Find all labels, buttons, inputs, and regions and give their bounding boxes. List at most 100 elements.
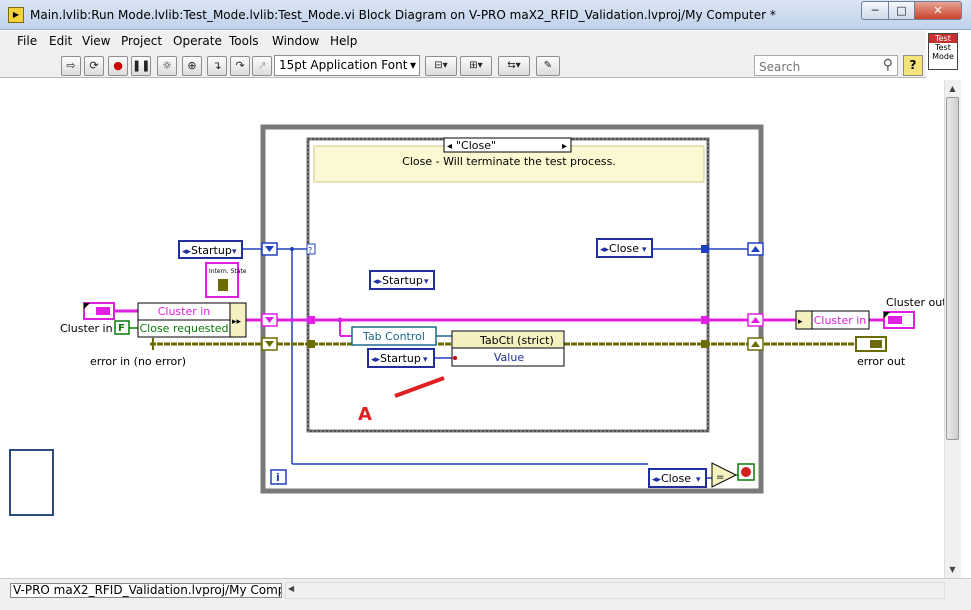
vertical-scroll-thumb[interactable] xyxy=(946,97,959,440)
enum-startup-value[interactable]: ◂▸ Startup ▾ xyxy=(367,348,435,368)
tabctl-property-node[interactable]: TabCtl (strict) Value xyxy=(451,330,565,367)
retain-wire-values-button[interactable]: ⊕ xyxy=(182,56,202,76)
step-over-button[interactable]: ↷ xyxy=(230,56,250,76)
svg-text:Value: Value xyxy=(494,351,524,364)
diagram-svg: Close - Will terminate the test process.… xyxy=(9,124,944,516)
align-objects-button[interactable]: ⊟▾ xyxy=(425,56,457,76)
svg-text:▾: ▾ xyxy=(423,355,428,365)
svg-text:Startup: Startup xyxy=(380,352,421,365)
reorder-button[interactable]: ⇆▾ xyxy=(498,56,530,76)
pause-icon: ❚❚ xyxy=(132,59,151,72)
run-button[interactable]: ⇨ xyxy=(61,56,81,76)
horizontal-scrollbar[interactable]: ◀ xyxy=(285,582,945,599)
window-title: Main.lvlib:Run Mode.lvlib:Test_Mode.lvli… xyxy=(30,8,776,22)
context-help-button[interactable]: ? xyxy=(903,55,923,76)
menu-window[interactable]: Window xyxy=(272,34,319,48)
error-in-label: error in (no error) xyxy=(90,355,186,368)
loop-iteration-terminal[interactable]: i xyxy=(270,469,287,485)
loop-stop-terminal[interactable] xyxy=(737,463,755,481)
minimize-button[interactable]: ─ xyxy=(861,1,889,20)
svg-text:▸: ▸ xyxy=(798,317,803,327)
svg-text:Intern. State: Intern. State xyxy=(209,268,247,275)
enum-startup-inner[interactable]: ◂▸ Startup ▾ xyxy=(369,270,435,290)
svg-text:TabCtl (strict): TabCtl (strict) xyxy=(479,334,554,347)
maximize-button[interactable]: □ xyxy=(888,1,915,20)
case-comment: Close - Will terminate the test process. xyxy=(402,155,616,168)
reorder-icon: ⇆▾ xyxy=(507,60,521,71)
svg-text:i: i xyxy=(276,471,280,484)
block-diagram-canvas[interactable]: Close - Will terminate the test process.… xyxy=(8,80,944,578)
search-icon: ⚲ xyxy=(882,57,893,73)
cleanup-diagram-button[interactable]: ✎ xyxy=(536,56,560,76)
svg-text:Cluster in: Cluster in xyxy=(158,305,211,318)
error-in-terminal[interactable] xyxy=(152,338,154,350)
unbundle-by-name[interactable]: ▸ Cluster in xyxy=(795,310,870,330)
false-constant[interactable]: F xyxy=(114,320,130,335)
close-button[interactable]: ✕ xyxy=(914,1,962,20)
distribute-objects-button[interactable]: ⊞▾ xyxy=(460,56,492,76)
step-into-button[interactable]: ↴ xyxy=(207,56,227,76)
step-over-icon: ↷ xyxy=(235,59,245,72)
vi-icon-line3: Mode xyxy=(932,52,954,61)
case-tunnel-error-out xyxy=(701,340,709,348)
cluster-in-terminal[interactable] xyxy=(83,302,115,320)
enum-close-inner[interactable]: ◂▸ Close ▾ xyxy=(596,238,653,258)
partial-structure xyxy=(9,449,54,516)
menu-file[interactable]: File xyxy=(17,34,37,48)
annotation-label: A xyxy=(358,404,372,425)
stop-icon: ● xyxy=(113,59,123,72)
svg-text:▾: ▾ xyxy=(642,245,647,255)
font-select[interactable]: 15pt Application Font ▾ xyxy=(274,55,420,76)
menu-view[interactable]: View xyxy=(82,34,110,48)
step-out-icon: ↗ xyxy=(257,59,267,72)
menu-tools[interactable]: Tools xyxy=(229,34,259,48)
case-tunnel-enum-out xyxy=(701,245,709,253)
menu-help[interactable]: Help xyxy=(330,34,357,48)
case-tunnel-error-in xyxy=(307,340,315,348)
svg-text:=: = xyxy=(716,472,724,483)
probe-icon: ⊕ xyxy=(187,59,197,72)
scroll-down-arrow[interactable]: ▼ xyxy=(944,561,961,578)
case-tunnel-cluster-out xyxy=(701,316,709,324)
bundle-by-name[interactable]: Cluster in Close requested ▸▸ xyxy=(137,302,247,338)
abort-button[interactable]: ● xyxy=(108,56,128,76)
highlight-execution-button[interactable]: ☼ xyxy=(157,56,177,76)
lightbulb-icon: ☼ xyxy=(162,59,172,72)
run-continuously-button[interactable]: ⟳ xyxy=(84,56,104,76)
distribute-icon: ⊞▾ xyxy=(469,60,483,71)
svg-text:Close requested: Close requested xyxy=(139,322,228,335)
vi-icon[interactable]: Test Test Mode xyxy=(928,33,958,70)
menu-project[interactable]: Project xyxy=(121,34,162,48)
align-icon: ⊟▾ xyxy=(434,60,448,71)
menu-edit[interactable]: Edit xyxy=(49,34,72,48)
svg-text:▸▸: ▸▸ xyxy=(232,317,242,327)
svg-text:Startup: Startup xyxy=(382,274,423,287)
enum-startup-outer[interactable]: ◂▸ Startup ▾ xyxy=(178,240,243,259)
menu-operate[interactable]: Operate xyxy=(173,34,222,48)
cleanup-icon: ✎ xyxy=(543,60,553,71)
svg-text:▾: ▾ xyxy=(696,475,701,485)
tab-control-reference[interactable]: Tab Control xyxy=(351,326,437,346)
equal-function[interactable]: = xyxy=(711,462,738,488)
enum-close-bottom[interactable]: ◂▸ Close ▾ xyxy=(648,468,707,488)
case-structure[interactable] xyxy=(306,137,710,433)
step-out-button[interactable]: ↗ xyxy=(252,56,272,76)
scroll-up-arrow[interactable]: ▲ xyxy=(944,80,961,97)
step-into-icon: ↴ xyxy=(212,59,222,72)
search-box[interactable]: ⚲ xyxy=(754,55,898,76)
intern-state-subvi[interactable]: Intern. State xyxy=(205,262,247,298)
case-next-arrow[interactable]: ▸ xyxy=(562,141,567,152)
case-tunnel-cluster-in xyxy=(307,316,315,324)
scroll-left-arrow[interactable]: ◀ xyxy=(288,584,294,593)
svg-text:Startup: Startup xyxy=(191,244,232,257)
search-input[interactable] xyxy=(757,57,873,76)
svg-text:▾: ▾ xyxy=(424,277,429,287)
pause-button[interactable]: ❚❚ xyxy=(131,56,151,76)
cluster-in-label: Cluster in xyxy=(60,322,113,335)
error-out-terminal[interactable] xyxy=(855,336,887,352)
svg-text:Cluster in: Cluster in xyxy=(814,314,867,327)
case-prev-arrow[interactable]: ◂ xyxy=(447,141,452,152)
svg-text:F: F xyxy=(118,323,125,334)
svg-text:▾: ▾ xyxy=(232,247,237,257)
cluster-out-terminal[interactable] xyxy=(883,311,915,329)
